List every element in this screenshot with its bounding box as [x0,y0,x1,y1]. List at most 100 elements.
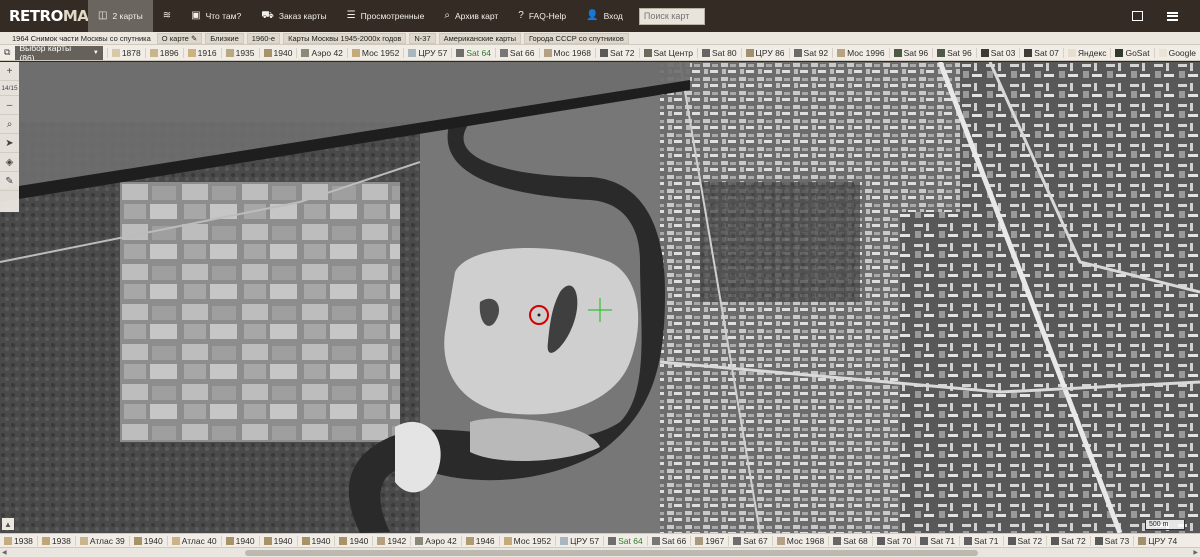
map-layer-item[interactable]: GoSat [1110,47,1153,58]
n37-link[interactable]: N-37 [409,32,436,44]
map-layer-item[interactable]: Яндекс [1062,47,1111,58]
layer-label: Sat 66 [661,535,687,546]
bottom-layer-bar: 1938 1938 Атлас 39 1940 Атлас 40 1940 1940 1940… [0,533,1200,547]
layer-thumbnail-icon [415,536,424,545]
layers-icon[interactable]: ◈ [0,153,19,172]
layer-label: 1940 [311,535,331,546]
map-layer-item[interactable]: 1935 [220,47,259,58]
map-layer-item[interactable]: 1946 [460,535,499,546]
layer-toggle-icon[interactable]: ⧉ [0,47,12,58]
map-layer-item[interactable]: Мос 1996 [832,47,888,58]
map-layer-item[interactable]: ЦРУ 57 [403,47,451,58]
nav-layers-button[interactable]: ≋ [153,0,181,32]
nav-whats-there-button[interactable]: ▣ Что там? [181,0,251,32]
map-layer-item[interactable]: Мос 1952 [498,535,555,546]
nearby-link[interactable]: Близкие [205,32,244,44]
layer-thumbnail-icon [41,536,50,545]
map-layer-item[interactable]: Мос 1968 [538,47,595,58]
map-layer-item[interactable]: 1940 [220,535,259,546]
map-layer-item[interactable]: Sat 96 [932,47,976,58]
american-maps-link[interactable]: Американские карты [438,32,521,44]
map-layer-item[interactable]: 1916 [182,47,221,58]
map-layer-item[interactable]: Sat 71 [915,535,959,546]
map-layer-item[interactable]: ЦРУ 57 [555,535,603,546]
layer-label: Sat 66 [509,47,535,58]
map-layer-item[interactable]: 1940 [334,535,372,546]
nav-viewed-label: Просмотренные [360,11,425,21]
map-layer-item[interactable]: 1896 [144,47,183,58]
map-layer-item[interactable]: 1940 [128,535,167,546]
nav-order-map-button[interactable]: ⛟ Заказ карты [251,0,336,32]
scrollbar-thumb[interactable] [245,550,978,556]
layer-label: GoSat [1125,47,1150,58]
map-layer-item[interactable]: Sat 73 [1089,535,1134,546]
map-layer-item[interactable]: Атлас 40 [166,535,221,546]
satellite-map[interactable] [0,62,1200,533]
map-layer-item[interactable]: ЦРУ 86 [740,47,789,58]
map-layer-item[interactable]: 1940 [258,47,297,58]
map-layer-item[interactable]: Sat 07 [1019,47,1063,58]
map-layer-item[interactable]: 1878 [106,47,145,58]
horizontal-scrollbar[interactable]: ◀ ▶ [0,547,1200,557]
layer-thumbnail-icon [651,536,660,545]
map-layer-item[interactable]: Sat 03 [975,47,1020,58]
nav-login-button[interactable]: 👤 Вход [576,0,633,32]
map-layer-item[interactable]: Sat 80 [696,47,741,58]
map-select-dropdown[interactable]: Выбор карты (86) ▼ [15,45,103,60]
map-layer-item[interactable]: Sat 66 [494,47,539,58]
map-layer-item[interactable]: Атлас 39 [74,535,129,546]
map-layer-item[interactable]: Sat Центр [638,47,697,58]
map-layer-item[interactable]: 1940 [258,535,297,546]
map-layer-item[interactable]: Sat 96 [888,47,933,58]
location-arrow-icon[interactable]: ➤ [0,134,19,153]
map-layer-item[interactable]: Sat 64 [451,47,495,58]
layer-label: 1938 [51,535,71,546]
menu-icon[interactable] [1167,11,1178,21]
zoom-out-button[interactable]: – [0,96,19,115]
map-layer-item[interactable]: ЦРУ 74 [1133,535,1181,546]
fullscreen-icon[interactable] [1132,11,1143,21]
layer-thumbnail-icon [225,48,234,57]
decade-link[interactable]: 1960-е [246,32,281,44]
map-layer-item[interactable]: 1938 [36,535,75,546]
map-layer-item[interactable]: Sat 66 [646,535,691,546]
ussr-cities-link[interactable]: Города СССР со спутников [524,32,629,44]
map-layer-item[interactable]: Sat 64 [603,535,647,546]
collapse-arrow-icon[interactable]: ▲ [2,518,14,530]
layer-label: Мос 1968 [786,535,825,546]
logo[interactable]: RETRO MAP [0,0,99,32]
map-layer-item[interactable]: 1940 [296,535,335,546]
map-layer-item[interactable]: Sat 72 [1046,535,1090,546]
moscow-maps-link[interactable]: Карты Москвы 1945-2000х годов [283,32,407,44]
layer-thumbnail-icon [4,536,12,545]
map-layer-item[interactable]: Аэро 42 [410,535,460,546]
nav-viewed-button[interactable]: ☰ Просмотренные [337,0,435,32]
map-layer-item[interactable]: Sat 72 [1002,535,1047,546]
layer-label: Sat 64 [466,47,491,58]
map-layer-item[interactable]: Sat 72 [594,47,639,58]
scroll-left-icon[interactable]: ◀ [2,548,7,557]
search-icon[interactable]: ⌕ [0,115,19,134]
map-layer-item[interactable]: Sat 71 [958,535,1003,546]
nav-faq-button[interactable]: ? FAQ-Help [508,0,576,32]
about-map-link[interactable]: О карте ✎ [156,32,203,44]
map-search-input[interactable] [638,7,705,25]
scroll-right-icon[interactable]: ▶ [1193,548,1198,557]
map-layer-item[interactable]: Sat 67 [728,535,772,546]
map-layer-item[interactable]: 1942 [372,535,410,546]
map-layer-item[interactable]: Sat 92 [788,47,833,58]
layer-thumbnail-icon [543,48,552,57]
map-layer-item[interactable]: Google [1153,47,1200,58]
map-layer-item[interactable]: Мос 1968 [771,535,828,546]
zoom-in-button[interactable]: + [0,62,19,81]
nav-archive-button[interactable]: ⌕ Архив карт [434,0,508,32]
map-layer-item[interactable]: Мос 1952 [346,47,403,58]
map-layer-item[interactable]: Аэро 42 [296,47,346,58]
map-layer-item[interactable]: 1967 [690,535,728,546]
nav-two-maps-button[interactable]: ◫ 2 карты [88,0,153,32]
map-layer-item[interactable]: 1938 [0,536,37,546]
layer-thumbnail-icon [456,48,465,57]
pencil-icon[interactable]: ✎ [0,172,19,191]
map-layer-item[interactable]: Sat 70 [871,535,916,546]
map-layer-item[interactable]: Sat 68 [828,535,872,546]
